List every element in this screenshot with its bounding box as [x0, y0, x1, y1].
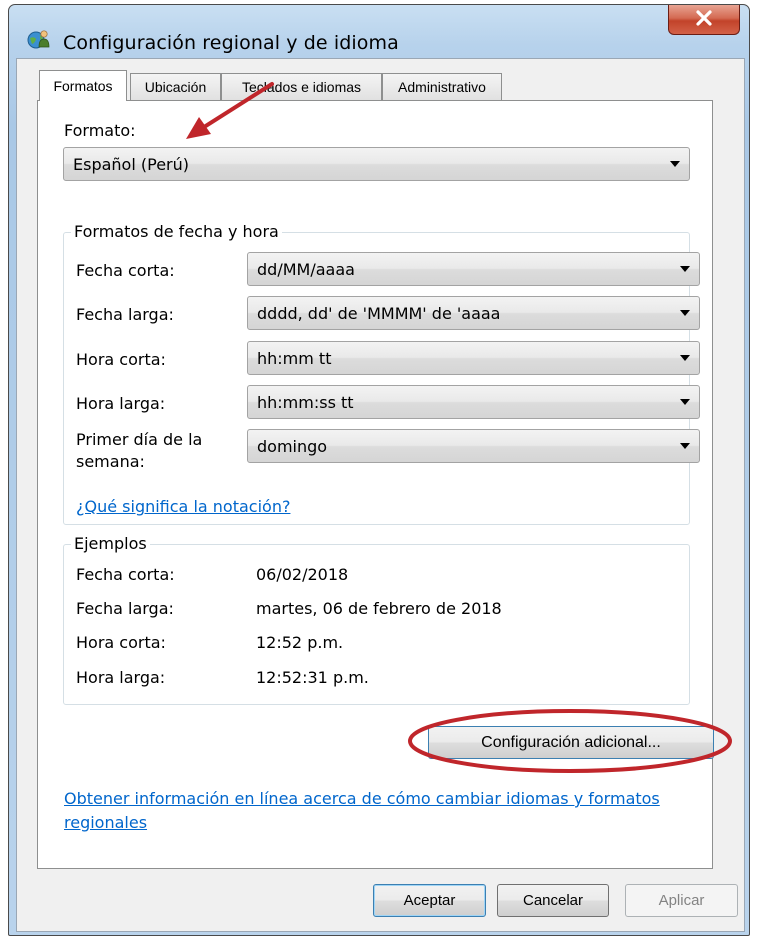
tab-label: Ubicación — [144, 79, 207, 95]
example-short-date-label: Fecha corta: — [76, 565, 175, 584]
chevron-down-icon — [680, 399, 690, 405]
online-info-link-line2: regionales — [64, 813, 148, 832]
long-date-label: Fecha larga: — [76, 305, 174, 324]
long-date-value: dddd, dd' de 'MMMM' de 'aaaa — [257, 303, 501, 323]
ok-button-label: Aceptar — [403, 892, 456, 909]
cancel-button-label: Cancelar — [522, 892, 584, 909]
chevron-down-icon — [680, 266, 690, 272]
formats-tab-panel: Formato: Español (Perú) Formatos de fech… — [37, 100, 714, 869]
first-day-select[interactable]: domingo — [247, 429, 700, 463]
long-time-select[interactable]: hh:mm:ss tt — [247, 385, 700, 419]
short-date-label: Fecha corta: — [76, 261, 175, 280]
example-long-time-value: 12:52:31 p.m. — [256, 668, 369, 687]
online-info-link-line1: Obtener información en línea acerca de c… — [64, 789, 660, 808]
example-long-date-value: martes, 06 de febrero de 2018 — [256, 599, 502, 618]
additional-settings-button[interactable]: Configuración adicional... — [428, 726, 714, 759]
apply-button[interactable]: Aplicar — [625, 884, 738, 917]
long-time-label: Hora larga: — [76, 394, 166, 413]
chevron-down-icon — [680, 443, 690, 449]
tab-label: Teclados e idiomas — [241, 79, 362, 95]
chevron-down-icon — [680, 310, 690, 316]
short-time-label: Hora corta: — [76, 350, 166, 369]
notation-help-link[interactable]: ¿Qué significa la notación? — [76, 497, 290, 516]
group-title-date-time: Formatos de fecha y hora — [71, 222, 282, 241]
first-day-label-line2: semana: — [76, 452, 145, 471]
cancel-button[interactable]: Cancelar — [497, 884, 609, 917]
long-time-value: hh:mm:ss tt — [257, 392, 354, 412]
online-info-link[interactable]: Obtener información en línea acerca de c… — [64, 787, 660, 835]
example-short-time-label: Hora corta: — [76, 633, 166, 652]
format-value: Español (Perú) — [73, 154, 189, 174]
long-date-select[interactable]: dddd, dd' de 'MMMM' de 'aaaa — [247, 296, 700, 330]
tab-ubicacion[interactable]: Ubicación — [130, 73, 221, 100]
chevron-down-icon — [680, 355, 690, 361]
tab-formatos[interactable]: Formatos — [39, 70, 127, 101]
apply-button-label: Aplicar — [658, 892, 705, 909]
short-date-value: dd/MM/aaaa — [257, 259, 355, 279]
ok-button[interactable]: Aceptar — [373, 884, 486, 917]
format-label: Formato: — [64, 121, 136, 140]
close-button[interactable] — [668, 5, 740, 35]
window-title: Configuración regional y de idioma — [63, 32, 399, 54]
group-title-examples: Ejemplos — [71, 534, 150, 553]
close-icon — [694, 9, 714, 31]
title-bar[interactable]: Configuración regional y de idioma — [9, 5, 749, 57]
chevron-down-icon — [670, 161, 680, 167]
tab-teclados-idiomas[interactable]: Teclados e idiomas — [221, 73, 382, 100]
tab-administrativo[interactable]: Administrativo — [382, 73, 502, 100]
first-day-value: domingo — [257, 436, 328, 456]
example-short-date-value: 06/02/2018 — [256, 565, 349, 584]
additional-settings-label: Configuración adicional... — [481, 733, 661, 751]
tab-label: Administrativo — [398, 79, 486, 95]
example-short-time-value: 12:52 p.m. — [256, 633, 344, 652]
example-long-time-label: Hora larga: — [76, 668, 166, 687]
short-time-value: hh:mm tt — [257, 348, 332, 368]
first-day-label-line1: Primer día de la — [76, 430, 203, 449]
example-long-date-label: Fecha larga: — [76, 599, 174, 618]
globe-user-icon — [27, 27, 51, 51]
first-day-label: Primer día de la semana: — [76, 429, 202, 473]
tab-label: Formatos — [53, 78, 113, 94]
short-date-select[interactable]: dd/MM/aaaa — [247, 252, 700, 286]
format-select[interactable]: Español (Perú) — [63, 147, 690, 181]
short-time-select[interactable]: hh:mm tt — [247, 341, 700, 375]
